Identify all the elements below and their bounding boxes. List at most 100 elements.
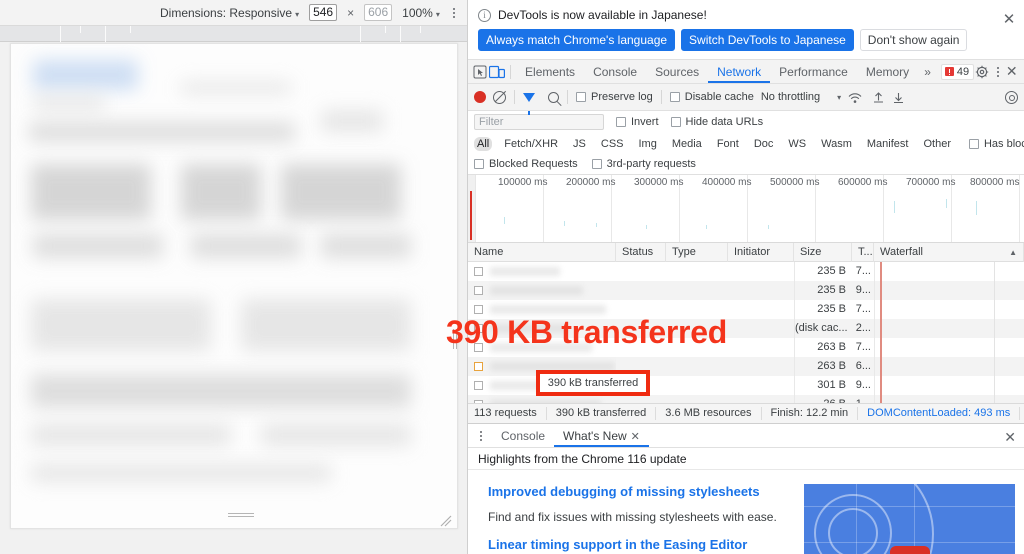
record-button[interactable] <box>474 91 486 103</box>
tab-elements[interactable]: Elements <box>516 60 584 83</box>
request-name-cell[interactable] <box>468 300 616 319</box>
column-header-type[interactable]: Type <box>666 242 728 262</box>
type-filter-js[interactable]: JS <box>570 137 589 151</box>
type-filter-fetch-xhr[interactable]: Fetch/XHR <box>501 137 561 151</box>
type-filter-img[interactable]: Img <box>636 137 660 151</box>
column-header-waterfall[interactable]: Waterfall ▲ <box>874 242 1024 262</box>
column-header-size[interactable]: Size <box>794 242 852 262</box>
type-filter-css[interactable]: CSS <box>598 137 627 151</box>
has-blocked-cookies-checkbox[interactable]: Has blocked cookies <box>968 138 1024 150</box>
network-settings-gear-icon[interactable] <box>1005 90 1018 104</box>
always-match-language-button[interactable]: Always match Chrome's language <box>478 29 676 51</box>
row-checkbox[interactable] <box>474 324 483 333</box>
drawer-tab-close-icon[interactable]: ✕ <box>631 431 640 443</box>
table-row[interactable]: 263 B 7... <box>468 338 1024 357</box>
devtools-menu-icon[interactable] <box>993 63 1004 81</box>
row-checkbox[interactable] <box>474 343 483 352</box>
request-type-cell <box>666 357 728 376</box>
dimensions-dropdown[interactable]: Dimensions: Responsive ▾ <box>160 6 299 20</box>
more-tabs-icon[interactable]: » <box>918 65 937 79</box>
type-filter-ws[interactable]: WS <box>785 137 809 151</box>
hide-data-urls-checkbox[interactable]: Hide data URLs <box>670 116 763 128</box>
request-name-cell[interactable] <box>468 395 616 403</box>
type-filter-wasm[interactable]: Wasm <box>818 137 855 151</box>
switch-to-japanese-button[interactable]: Switch DevTools to Japanese <box>681 29 854 51</box>
play-button-icon[interactable] <box>890 546 930 554</box>
network-overview-timeline[interactable]: 100000 ms 200000 ms 300000 ms 400000 ms … <box>468 175 1024 243</box>
drawer-menu-icon[interactable] <box>474 427 488 445</box>
drawer-tab-whats-new[interactable]: What's New ✕ <box>554 424 649 447</box>
tab-sources[interactable]: Sources <box>646 60 708 83</box>
viewport-height-drag-handle[interactable] <box>228 510 254 519</box>
third-party-requests-checkbox[interactable]: 3rd-party requests <box>591 158 696 170</box>
devtools-close-icon[interactable]: ✕ <box>1003 62 1020 82</box>
type-filter-other[interactable]: Other <box>920 137 954 151</box>
emulated-page-viewport[interactable] <box>10 43 458 529</box>
table-row[interactable]: 26 B1... <box>468 395 1024 403</box>
row-checkbox[interactable] <box>474 305 483 314</box>
clear-icon[interactable] <box>493 90 506 104</box>
type-filter-manifest[interactable]: Manifest <box>864 137 912 151</box>
row-checkbox[interactable] <box>474 267 483 276</box>
tab-memory[interactable]: Memory <box>857 60 918 83</box>
column-header-status[interactable]: Status <box>616 242 666 262</box>
table-row[interactable]: 235 B 7... <box>468 262 1024 281</box>
disable-cache-checkbox[interactable]: Disable cache <box>669 91 754 103</box>
table-row[interactable]: 235 B 9... <box>468 281 1024 300</box>
settings-gear-icon[interactable] <box>974 62 991 82</box>
whats-new-video-thumbnail[interactable]: new <box>804 484 1015 554</box>
drawer-tab-console[interactable]: Console <box>492 424 554 447</box>
throttling-dropdown[interactable]: No throttling ▾ <box>761 91 841 103</box>
dont-show-again-button[interactable]: Don't show again <box>859 29 968 51</box>
column-header-name[interactable]: Name <box>468 242 616 262</box>
request-name-text <box>490 305 606 314</box>
row-checkbox[interactable] <box>474 381 483 390</box>
column-header-initiator[interactable]: Initiator <box>728 242 794 262</box>
request-name-cell[interactable] <box>468 319 616 338</box>
request-name-cell[interactable] <box>468 338 616 357</box>
request-initiator-cell <box>728 319 794 338</box>
type-filter-all[interactable]: All <box>474 136 493 151</box>
whats-new-items: Improved debugging of missing stylesheet… <box>468 484 804 554</box>
whats-new-item-title-1[interactable]: Improved debugging of missing stylesheet… <box>488 484 804 499</box>
tab-console[interactable]: Console <box>584 60 646 83</box>
inspect-element-icon[interactable] <box>472 62 489 82</box>
device-toolbar-menu-icon[interactable] <box>450 4 459 22</box>
table-row[interactable]: (disk cac... 2... <box>468 319 1024 338</box>
device-toolbar-icon[interactable] <box>488 62 506 82</box>
table-row[interactable]: 235 B 7... <box>468 300 1024 319</box>
tab-performance[interactable]: Performance <box>770 60 857 83</box>
type-filter-media[interactable]: Media <box>669 137 705 151</box>
request-name-cell[interactable] <box>468 281 616 300</box>
error-count-badge[interactable]: 49 <box>940 63 975 80</box>
zoom-dropdown[interactable]: 100% ▾ <box>402 6 440 20</box>
infobar-close-icon[interactable]: ✕ <box>1002 12 1016 27</box>
blocked-requests-checkbox[interactable]: Blocked Requests <box>474 158 578 170</box>
whats-new-item-title-2[interactable]: Linear timing support in the Easing Edit… <box>488 537 804 552</box>
viewport-width-drag-handle[interactable] <box>451 325 458 353</box>
toolbar-divider <box>510 64 512 79</box>
type-filter-font[interactable]: Font <box>714 137 742 151</box>
viewport-height-input[interactable]: 606 <box>364 4 393 21</box>
row-checkbox[interactable] <box>474 286 483 295</box>
row-checkbox[interactable] <box>474 362 483 371</box>
viewport-width-input[interactable]: 546 <box>309 4 338 21</box>
search-icon[interactable] <box>548 91 559 103</box>
export-har-icon[interactable] <box>892 91 905 104</box>
column-header-time[interactable]: T... <box>852 242 874 262</box>
invert-checkbox[interactable]: Invert <box>616 116 659 128</box>
infobar-message: DevTools is now available in Japanese! <box>498 8 707 22</box>
tab-network[interactable]: Network <box>708 60 771 83</box>
filter-funnel-icon[interactable] <box>523 92 535 115</box>
network-conditions-icon[interactable] <box>848 92 862 103</box>
viewport-corner-resize-handle[interactable] <box>438 513 452 527</box>
type-filter-doc[interactable]: Doc <box>751 137 777 151</box>
preserve-log-checkbox[interactable]: Preserve log <box>576 91 653 103</box>
drawer-close-icon[interactable]: ✕ <box>1004 429 1016 446</box>
request-initiator-cell <box>728 357 794 376</box>
device-emulation-pane: Dimensions: Responsive ▾ 546 × 606 100% ▾ <box>0 0 468 554</box>
request-name-cell[interactable] <box>468 262 616 281</box>
import-har-icon[interactable] <box>872 91 885 104</box>
request-initiator-cell <box>728 300 794 319</box>
filter-input[interactable]: Filter <box>474 114 604 130</box>
